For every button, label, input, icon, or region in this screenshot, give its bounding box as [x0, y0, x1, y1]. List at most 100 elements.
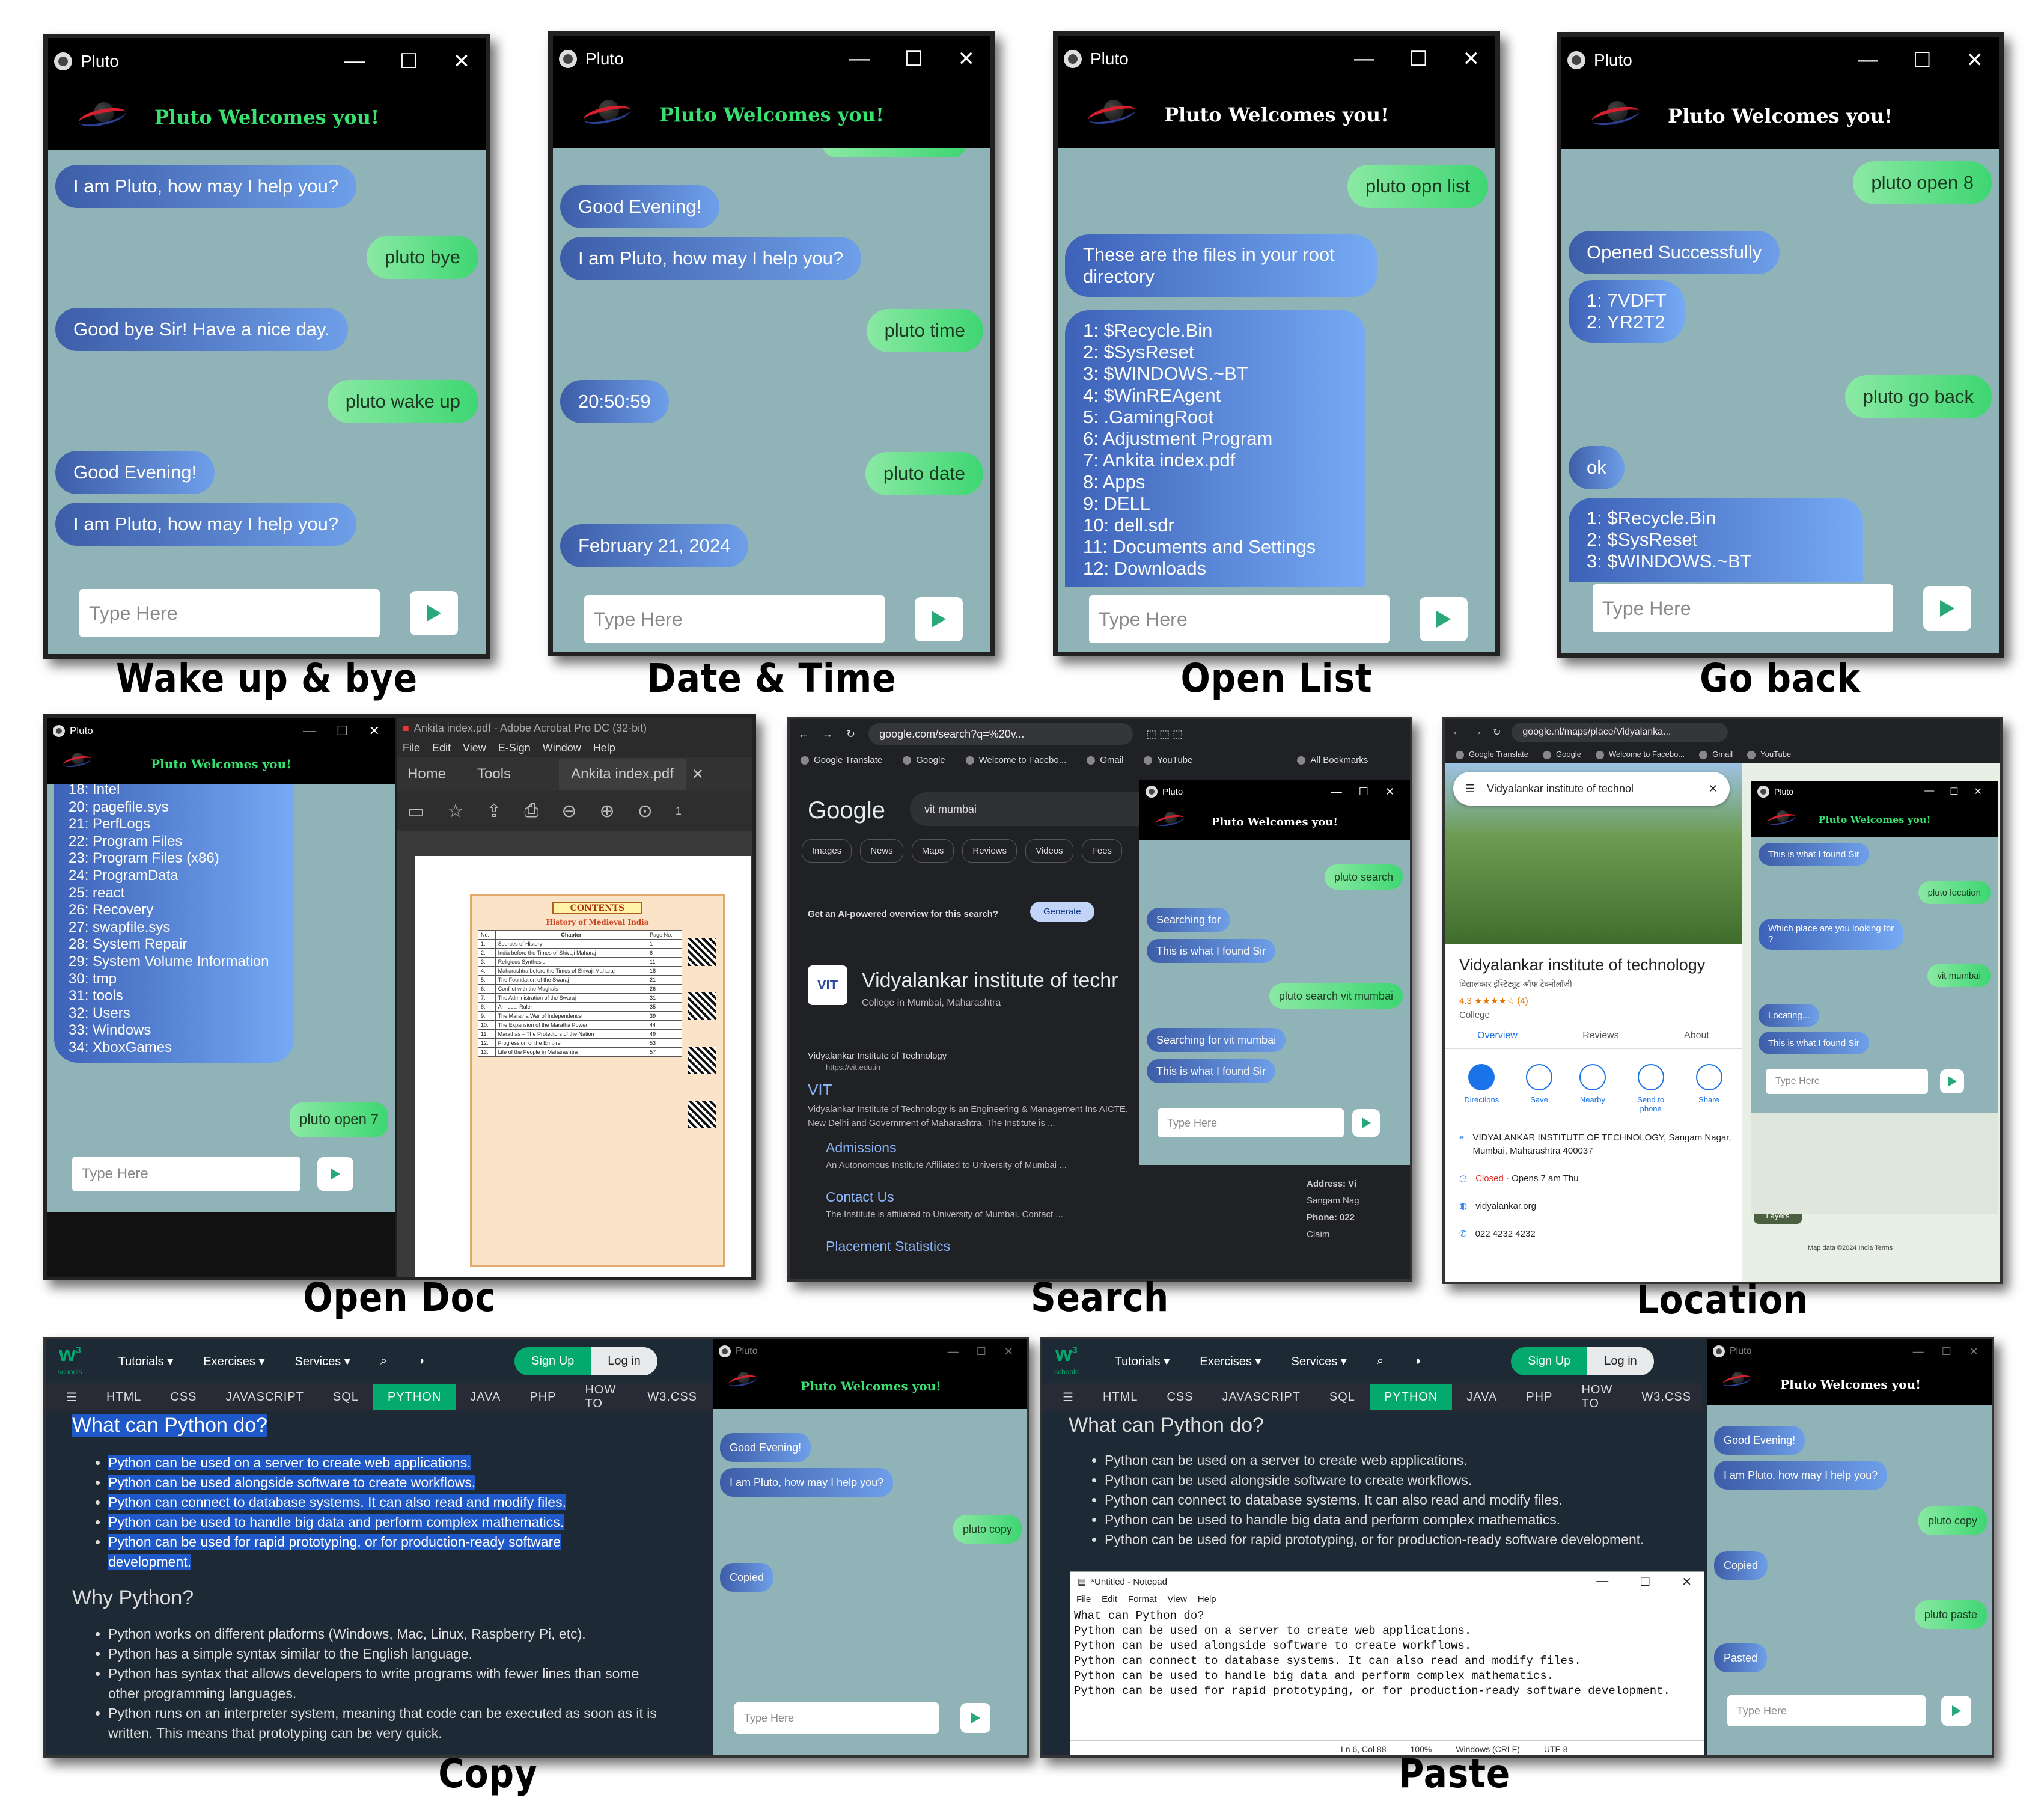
filter-chip[interactable]: Images	[802, 839, 852, 863]
bookmark-item[interactable]: Google	[903, 755, 945, 765]
search-icon[interactable]: ⌕	[380, 1354, 387, 1368]
nav-php[interactable]: PHP	[1512, 1390, 1567, 1404]
close-icon[interactable]: ✕	[1709, 783, 1718, 795]
page-up-icon[interactable]: ⊕	[600, 801, 615, 822]
nav-javascript[interactable]: JAVASCRIPT	[1208, 1390, 1315, 1404]
menu-icon[interactable]: ☰	[1465, 783, 1475, 795]
login-button[interactable]: Log in	[1587, 1347, 1654, 1375]
maximize-button[interactable]: ☐	[1640, 1574, 1650, 1589]
maximize-button[interactable]: ☐	[1942, 1345, 1951, 1358]
search-input[interactable]: vit mumbai	[910, 792, 1162, 826]
hours-row[interactable]: ◷ Closed · Opens 7 am Thu	[1459, 1172, 1736, 1185]
minimize-button[interactable]: —	[344, 49, 365, 73]
notepad-text-area[interactable]: What can Python do? Python can be used o…	[1070, 1607, 1704, 1727]
close-button[interactable]: ✕	[1004, 1345, 1013, 1358]
nav-sql[interactable]: SQL	[319, 1390, 373, 1404]
reload-icon[interactable]: ↻	[846, 728, 855, 741]
google-logo[interactable]: Google	[808, 797, 885, 824]
chat-area[interactable]: 18: Intel 20: pagefile.sys 21: PerfLogs …	[47, 784, 395, 1277]
signup-button[interactable]: Sign Up	[514, 1347, 591, 1375]
tab-document[interactable]: Ankita index.pdf	[559, 759, 686, 790]
menu-file[interactable]: File	[1076, 1594, 1091, 1604]
exercises-menu[interactable]: Exercises ▾	[1200, 1354, 1261, 1369]
send-button[interactable]	[1940, 1069, 1964, 1093]
filter-chip[interactable]: Maps	[911, 839, 954, 863]
sitelink-title[interactable]: Placement Statistics	[826, 1238, 950, 1255]
sitelink-title[interactable]: Admissions	[826, 1140, 897, 1156]
back-icon[interactable]: ←	[1452, 727, 1462, 738]
maps-search-box[interactable]: ☰ Vidyalankar institute of technol ✕	[1453, 772, 1730, 806]
zoom-icon[interactable]: ⊖	[561, 801, 576, 822]
nav-html[interactable]: HTML	[92, 1390, 156, 1404]
services-menu[interactable]: Services ▾	[295, 1354, 350, 1369]
nav-howto[interactable]: HOW TO	[570, 1383, 633, 1411]
send-button[interactable]	[1420, 597, 1468, 641]
forward-icon[interactable]: →	[822, 728, 833, 741]
maximize-button[interactable]: ☐	[1409, 47, 1427, 71]
minimize-button[interactable]: —	[1924, 786, 1934, 798]
extensions-icon[interactable]: ⬚ ⬚ ⬚	[1146, 728, 1183, 741]
menu-format[interactable]: Format	[1128, 1594, 1157, 1604]
forward-icon[interactable]: →	[1472, 727, 1482, 738]
minimize-button[interactable]: —	[948, 1345, 959, 1358]
nav-python[interactable]: PYTHON	[1369, 1384, 1453, 1410]
chat-area[interactable]: Good Evening! I am Pluto, how may I help…	[713, 1409, 1027, 1755]
bookmark-item[interactable]: Google Translate	[801, 755, 882, 765]
message-input[interactable]: Type Here	[1089, 595, 1390, 643]
w3schools-logo[interactable]: w3 schools	[58, 1342, 82, 1381]
menu-help[interactable]: Help	[593, 742, 615, 754]
tutorials-menu[interactable]: Tutorials ▾	[1115, 1354, 1170, 1369]
send-button[interactable]	[915, 597, 963, 641]
result-title[interactable]: VIT	[808, 1081, 832, 1099]
close-button[interactable]: ✕	[1682, 1574, 1692, 1589]
nav-javascript[interactable]: JAVASCRIPT	[212, 1390, 319, 1404]
close-tab-icon[interactable]: ✕	[692, 766, 704, 783]
minimize-button[interactable]: —	[1354, 47, 1374, 71]
menu-file[interactable]: File	[403, 742, 420, 754]
w3schools-logo[interactable]: w3 schools	[1054, 1342, 1079, 1381]
bookmark-item[interactable]: Gmail	[1087, 755, 1123, 765]
maximize-button[interactable]: ☐	[1950, 786, 1958, 798]
menu-esign[interactable]: E-Sign	[498, 742, 531, 754]
phone-row[interactable]: ✆ 022 4232 4232	[1459, 1227, 1736, 1241]
search-icon[interactable]: ⌕	[1377, 1354, 1384, 1368]
claim-link[interactable]: Claim	[1307, 1226, 1410, 1243]
maximize-button[interactable]: ☐	[905, 47, 923, 71]
save-button[interactable]: Save	[1526, 1064, 1553, 1113]
signup-button[interactable]: Sign Up	[1511, 1347, 1588, 1375]
send-button[interactable]	[1352, 1109, 1380, 1137]
minimize-button[interactable]: —	[849, 47, 870, 71]
bookmark-item[interactable]: Google	[1543, 750, 1581, 759]
page-down-icon[interactable]: ⊙	[638, 801, 653, 822]
close-button[interactable]: ✕	[369, 723, 380, 739]
message-input[interactable]: Type Here	[1593, 584, 1893, 632]
maximize-button[interactable]: ☐	[337, 723, 349, 739]
bookmark-item[interactable]: Gmail	[1699, 750, 1733, 759]
send-button[interactable]	[1941, 1696, 1971, 1726]
filter-chip[interactable]: News	[860, 839, 903, 863]
tutorials-menu[interactable]: Tutorials ▾	[118, 1354, 174, 1369]
exercises-menu[interactable]: Exercises ▾	[203, 1354, 264, 1369]
address-bar[interactable]: google.nl/maps/place/Vidyalanka...	[1512, 723, 1728, 742]
send-to-phone-button[interactable]: Send to phone	[1633, 1064, 1669, 1113]
send-button[interactable]	[960, 1703, 990, 1733]
maximize-button[interactable]: ☐	[977, 1345, 986, 1358]
tab-home[interactable]: Home	[407, 766, 446, 783]
all-bookmarks[interactable]: All Bookmarks	[1297, 755, 1368, 765]
close-button[interactable]: ✕	[958, 47, 975, 71]
filter-chip[interactable]: Fees	[1081, 839, 1123, 863]
nav-w3css[interactable]: W3.CSS	[1627, 1390, 1706, 1404]
close-button[interactable]: ✕	[1966, 48, 1984, 72]
menu-edit[interactable]: Edit	[432, 742, 451, 754]
maximize-button[interactable]: ☐	[400, 49, 418, 73]
message-input[interactable]: Type Here	[584, 595, 885, 643]
nav-w3css[interactable]: W3.CSS	[633, 1390, 712, 1404]
website-row[interactable]: ◍ vidyalankar.org	[1459, 1200, 1736, 1213]
save-icon[interactable]: ▭	[407, 801, 424, 822]
send-button[interactable]	[317, 1157, 353, 1191]
send-button[interactable]	[1923, 586, 1971, 631]
tab-overview[interactable]: Overview	[1477, 1030, 1518, 1041]
chat-area[interactable]: pluto search Searching for This is what …	[1139, 840, 1410, 1165]
login-button[interactable]: Log in	[591, 1347, 657, 1375]
nav-css[interactable]: CSS	[1152, 1390, 1207, 1404]
